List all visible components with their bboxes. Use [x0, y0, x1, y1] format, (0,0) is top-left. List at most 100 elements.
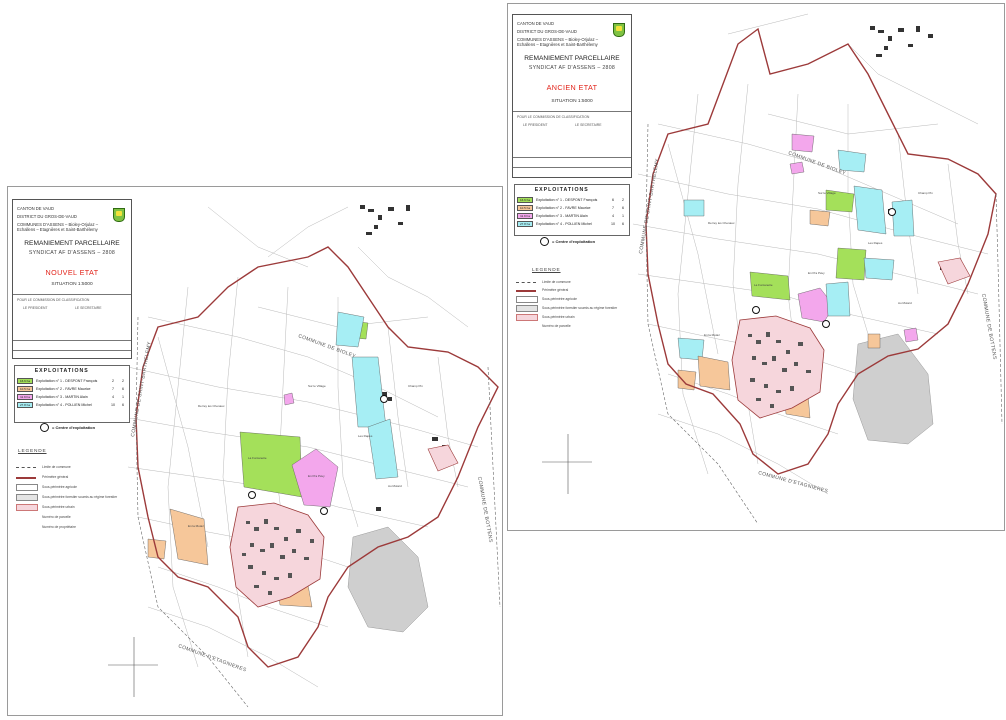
exploitation-swatch: 11.9 ha	[517, 213, 533, 219]
exploitation-count: 6	[622, 206, 624, 210]
field-label: Les Rapes	[358, 434, 373, 438]
state-label: NOUVEL ETAT	[45, 268, 99, 277]
exploitation-count: 2	[112, 379, 114, 383]
exploitation-swatch: 27.8 ha	[17, 402, 33, 408]
legend-item: Sous-périmètre agricole	[542, 297, 577, 301]
legend-item: Sous-périmètre forestier soumis au régim…	[542, 306, 618, 310]
commune-label: COMMUNE DE BOTTENS	[476, 476, 494, 543]
centre-exploitation-marker	[380, 395, 388, 403]
centre-exploitation-marker	[248, 491, 256, 499]
title-block: CANTON DE VAUD DISTRICT DU GROS-DE-VAUD …	[512, 14, 632, 178]
field-label: Derrey les Chenaux	[198, 404, 225, 408]
exploitation-count: 6	[122, 403, 124, 407]
legend-symbol	[516, 296, 538, 303]
exploitation-swatch: 16.6 ha	[17, 378, 33, 384]
map-sheet-nouvel-etat: COMMUNE DE SAINT-BARTHELEMY COMMUNE D'ET…	[7, 186, 503, 716]
exploitation-name: Exploitation n° 3 - MARTIN Alain	[536, 214, 588, 218]
divider	[513, 111, 631, 112]
field-label: La Fontanette	[248, 456, 267, 460]
field-label: Sur le Village	[308, 384, 326, 388]
secretary-label: LE SECRETAIRE	[575, 123, 602, 127]
legend-symbol	[16, 467, 36, 468]
committee-label: POUR LE COMMISSION DE CLASSIFICATION	[517, 115, 590, 119]
centre-exploitation-icon	[40, 423, 49, 432]
commune-label: COMMUNE DE SAINT-BARTHELEMY	[638, 158, 661, 255]
parcel-exploitation-4b	[367, 418, 399, 480]
exploitation-count: 6	[122, 387, 124, 391]
divider	[13, 350, 131, 351]
parcel-exploitation-2d	[809, 209, 831, 227]
exploitation-name: Exploitation n° 2 - FAVRE Maurice	[36, 387, 91, 391]
exploitation-row: 10.5 ha Exploitation n° 2 - FAVRE Mauric…	[517, 205, 627, 211]
legend-item: Sous-périmètre urbain	[542, 315, 575, 319]
exploitation-count: 6	[622, 222, 624, 226]
legend-symbol	[16, 477, 36, 479]
legend-symbol	[16, 494, 38, 501]
legend-item: Périmètre général	[42, 475, 69, 479]
field-label: Champ Pin	[408, 384, 423, 388]
legend-symbol	[16, 484, 38, 491]
canton-label: CANTON DE VAUD	[17, 206, 55, 211]
field-label: Au Molard	[898, 301, 912, 305]
legend-title: LEGENDE	[18, 449, 47, 454]
field-label: Sur le Village	[818, 191, 836, 195]
exploitation-count: 1	[622, 214, 624, 218]
legend-item: Numéro de parcelle	[42, 515, 71, 519]
commune-label: COMMUNE DE BOTTENS	[980, 293, 998, 360]
parcel-exploitation-3a	[791, 133, 815, 153]
parcel-exploitation-4a	[351, 356, 387, 428]
exploitation-row: 16.6 ha Exploitation n° 1 - DESPONT Fran…	[517, 197, 627, 203]
exploitations-title: EXPLOITATIONS	[534, 187, 589, 193]
exploitation-count: 7	[112, 387, 114, 391]
document-title: REMANIEMENT PARCELLAIRE	[24, 240, 120, 247]
canton-label: CANTON DE VAUD	[517, 21, 555, 26]
parcel-exploitation-2a	[697, 355, 731, 391]
parcel-exploitation-4d	[863, 257, 895, 281]
divider	[513, 167, 631, 168]
centre-exploitation-marker	[888, 208, 896, 216]
parcel-exploitation-4c	[335, 311, 365, 348]
vaud-crest-icon	[613, 23, 625, 37]
syndicate-label: SYNDICAT AF D'ASSENS – 2808	[28, 250, 116, 256]
village-east	[427, 444, 459, 472]
exploitation-count: 2	[622, 198, 624, 202]
legend-item: Périmètre général	[542, 288, 569, 292]
exploitation-count: 2	[122, 379, 124, 383]
legend-item: Numéro de parcelle	[542, 324, 571, 328]
parcel-exploitation-3b	[283, 392, 295, 406]
field-label: La Fontanette	[754, 283, 773, 287]
exploitation-name: Exploitation n° 4 - POLLIEN Michel	[36, 403, 92, 407]
exploitation-count: 6	[612, 198, 614, 202]
exploitation-row: 11.9 ha Exploitation n° 3 - MARTIN Alain…	[517, 213, 627, 219]
legend-item: Limite de commune	[42, 465, 71, 469]
commune-boundary-east	[995, 193, 1003, 425]
legend-symbol	[516, 290, 536, 292]
field-label: En la Mutaz	[188, 524, 204, 528]
parcel-exploitation-4c	[891, 199, 915, 237]
document-title: REMANIEMENT PARCELLAIRE	[524, 55, 620, 62]
parcel-exploitation-4e	[825, 281, 851, 317]
parcel-exploitation-4b	[853, 185, 887, 235]
scale-label: SITUATION 1:5000	[51, 282, 93, 287]
forest-area	[347, 526, 429, 633]
buildings-cluster	[870, 26, 954, 279]
field-label: En Pra Pavy	[808, 271, 825, 275]
centre-exploitation-icon	[540, 237, 549, 246]
legend-item: Numéro de propriétaire	[42, 525, 76, 529]
president-label: LE PRESIDENT	[23, 306, 48, 310]
exploitation-count: 10	[611, 222, 615, 226]
vaud-crest-icon	[113, 208, 125, 222]
exploitation-name: Exploitation n° 1 - DESPONT François	[36, 379, 98, 383]
exploitation-name: Exploitation n° 4 - POLLIEN Michel	[536, 222, 592, 226]
field-label: En la Mutaz	[704, 333, 720, 337]
commune-boundary-east	[487, 366, 501, 608]
legend-symbol	[16, 504, 38, 511]
exploitation-row: 11.9 ha Exploitation n° 3 - MARTIN Alain…	[17, 394, 127, 400]
parcel-exploitation-2c	[147, 538, 167, 560]
district-label: DISTRICT DU GROS-DE-VAUD	[17, 214, 77, 219]
legend-item: Limite de commune	[542, 280, 571, 284]
field-label: Derrey les Chenaux	[708, 221, 735, 225]
parcel-exploitation-3d	[789, 161, 805, 175]
commune-label: COMMUNE DE SAINT-BARTHELEMY	[130, 341, 153, 438]
exploitation-row: 10.5 ha Exploitation n° 2 - FAVRE Mauric…	[17, 386, 127, 392]
